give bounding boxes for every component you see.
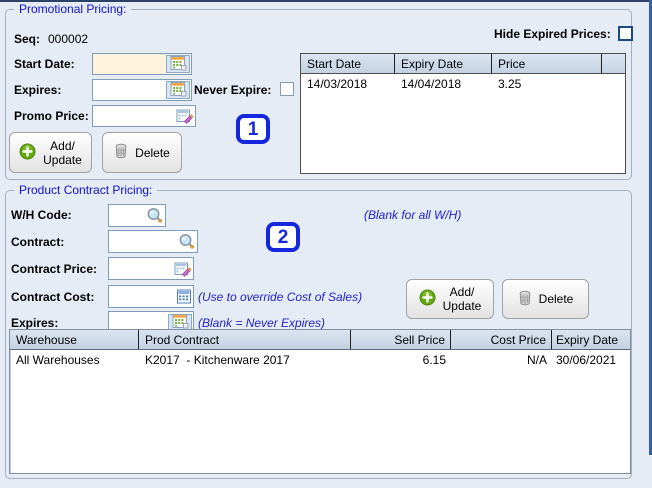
promo-price-label: Promo Price: — [14, 109, 89, 123]
delete-icon — [518, 290, 532, 309]
contract-cost-input[interactable] — [109, 286, 176, 307]
product-contract-pricing-group: Product Contract Pricing: W/H Code: (Bla… — [5, 183, 632, 479]
wh-code-search-icon[interactable] — [146, 207, 164, 224]
contract-expires-hint: (Blank = Never Expires) — [198, 316, 326, 330]
add-update-label: Add/Update — [442, 285, 482, 313]
delete-label: Delete — [538, 292, 574, 306]
column-header: Cost Price — [451, 330, 552, 349]
contract-search-icon[interactable] — [178, 233, 196, 250]
column-header: Expiry Date — [556, 333, 619, 347]
expires-input[interactable] — [93, 80, 166, 100]
promotional-pricing-title: Promotional Pricing: — [14, 2, 132, 16]
contract-price-label: Contract Price: — [11, 262, 98, 276]
hide-expired-prices-checkbox[interactable] — [618, 26, 633, 41]
column-header-spacer — [602, 54, 625, 73]
never-expire-label: Never Expire: — [194, 83, 272, 97]
promo-prices-table-header: Start Date Expiry Date Price — [301, 54, 625, 74]
wh-code-input[interactable] — [109, 205, 146, 226]
delete-icon — [114, 143, 128, 162]
start-date-fieldbox — [92, 53, 192, 75]
contract-cost-hint: (Use to override Cost of Sales) — [198, 290, 363, 304]
add-icon — [19, 143, 36, 163]
contract-price-fieldbox — [108, 257, 194, 280]
contract-price-input[interactable] — [109, 258, 174, 279]
contract-cost-fieldbox — [108, 285, 194, 308]
expires-label: Expires: — [14, 83, 62, 97]
never-expire-checkbox[interactable] — [280, 82, 294, 96]
add-update-label: Add/Update — [43, 138, 82, 167]
column-header: Start Date — [301, 54, 395, 73]
contract-price-row[interactable]: All Warehouses K2017 - Kitchenware 2017 … — [10, 350, 630, 370]
start-date-label: Start Date: — [14, 57, 75, 71]
contract-fieldbox — [108, 230, 198, 253]
column-header: Warehouse — [10, 330, 139, 349]
seq-value: 000002 — [48, 32, 89, 46]
expires-calendar-button[interactable] — [166, 81, 190, 99]
start-date-input[interactable] — [93, 54, 166, 74]
wh-code-fieldbox — [108, 204, 166, 227]
contract-prices-table-header: Warehouse Prod Contract Sell Price Cost … — [10, 330, 630, 350]
seq-label: Seq: — [14, 32, 41, 46]
delete-label: Delete — [135, 145, 170, 160]
promo-price-input[interactable] — [93, 106, 176, 126]
annotation-marker-1: 1 — [236, 114, 270, 144]
column-header: Expiry Date — [395, 54, 492, 73]
product-contract-pricing-title: Product Contract Pricing: — [14, 183, 158, 197]
contract-expires-label: Expires: — [11, 316, 59, 330]
price-edit-calculator-icon — [174, 261, 192, 277]
promo-delete-button[interactable]: Delete — [102, 132, 182, 173]
promo-add-update-button[interactable]: Add/Update — [9, 132, 92, 173]
promo-price-row[interactable]: 14/03/2018 14/04/2018 3.25 — [301, 74, 625, 94]
promo-prices-table: Start Date Expiry Date Price 14/03/2018 … — [300, 53, 626, 174]
calculator-icon — [176, 289, 192, 304]
contract-prices-table: Warehouse Prod Contract Sell Price Cost … — [9, 329, 631, 474]
price-edit-calculator-icon — [176, 108, 194, 124]
promo-price-fieldbox — [92, 105, 196, 127]
expires-fieldbox — [92, 79, 192, 101]
column-header: Sell Price — [351, 330, 451, 349]
calendar-icon — [170, 55, 187, 74]
column-header: Prod Contract — [139, 330, 351, 349]
contract-delete-button[interactable]: Delete — [502, 279, 589, 319]
wh-code-hint: (Blank for all W/H) — [364, 208, 462, 222]
hide-expired-prices-label: Hide Expired Prices: — [494, 27, 611, 41]
column-header: Price — [492, 54, 602, 73]
product-pricing-screen: Promotional Pricing: Seq: 000002 Start D… — [0, 0, 652, 488]
contract-label: Contract: — [11, 235, 65, 249]
annotation-marker-2: 2 — [266, 222, 300, 252]
contract-cost-label: Contract Cost: — [11, 290, 95, 304]
start-date-calendar-button[interactable] — [166, 55, 190, 73]
contract-input[interactable] — [109, 231, 178, 252]
contract-add-update-button[interactable]: Add/Update — [406, 279, 494, 319]
wh-code-label: W/H Code: — [11, 208, 72, 222]
calendar-icon — [170, 81, 187, 100]
promotional-pricing-group: Promotional Pricing: Seq: 000002 Start D… — [5, 2, 633, 180]
add-icon — [419, 289, 436, 309]
